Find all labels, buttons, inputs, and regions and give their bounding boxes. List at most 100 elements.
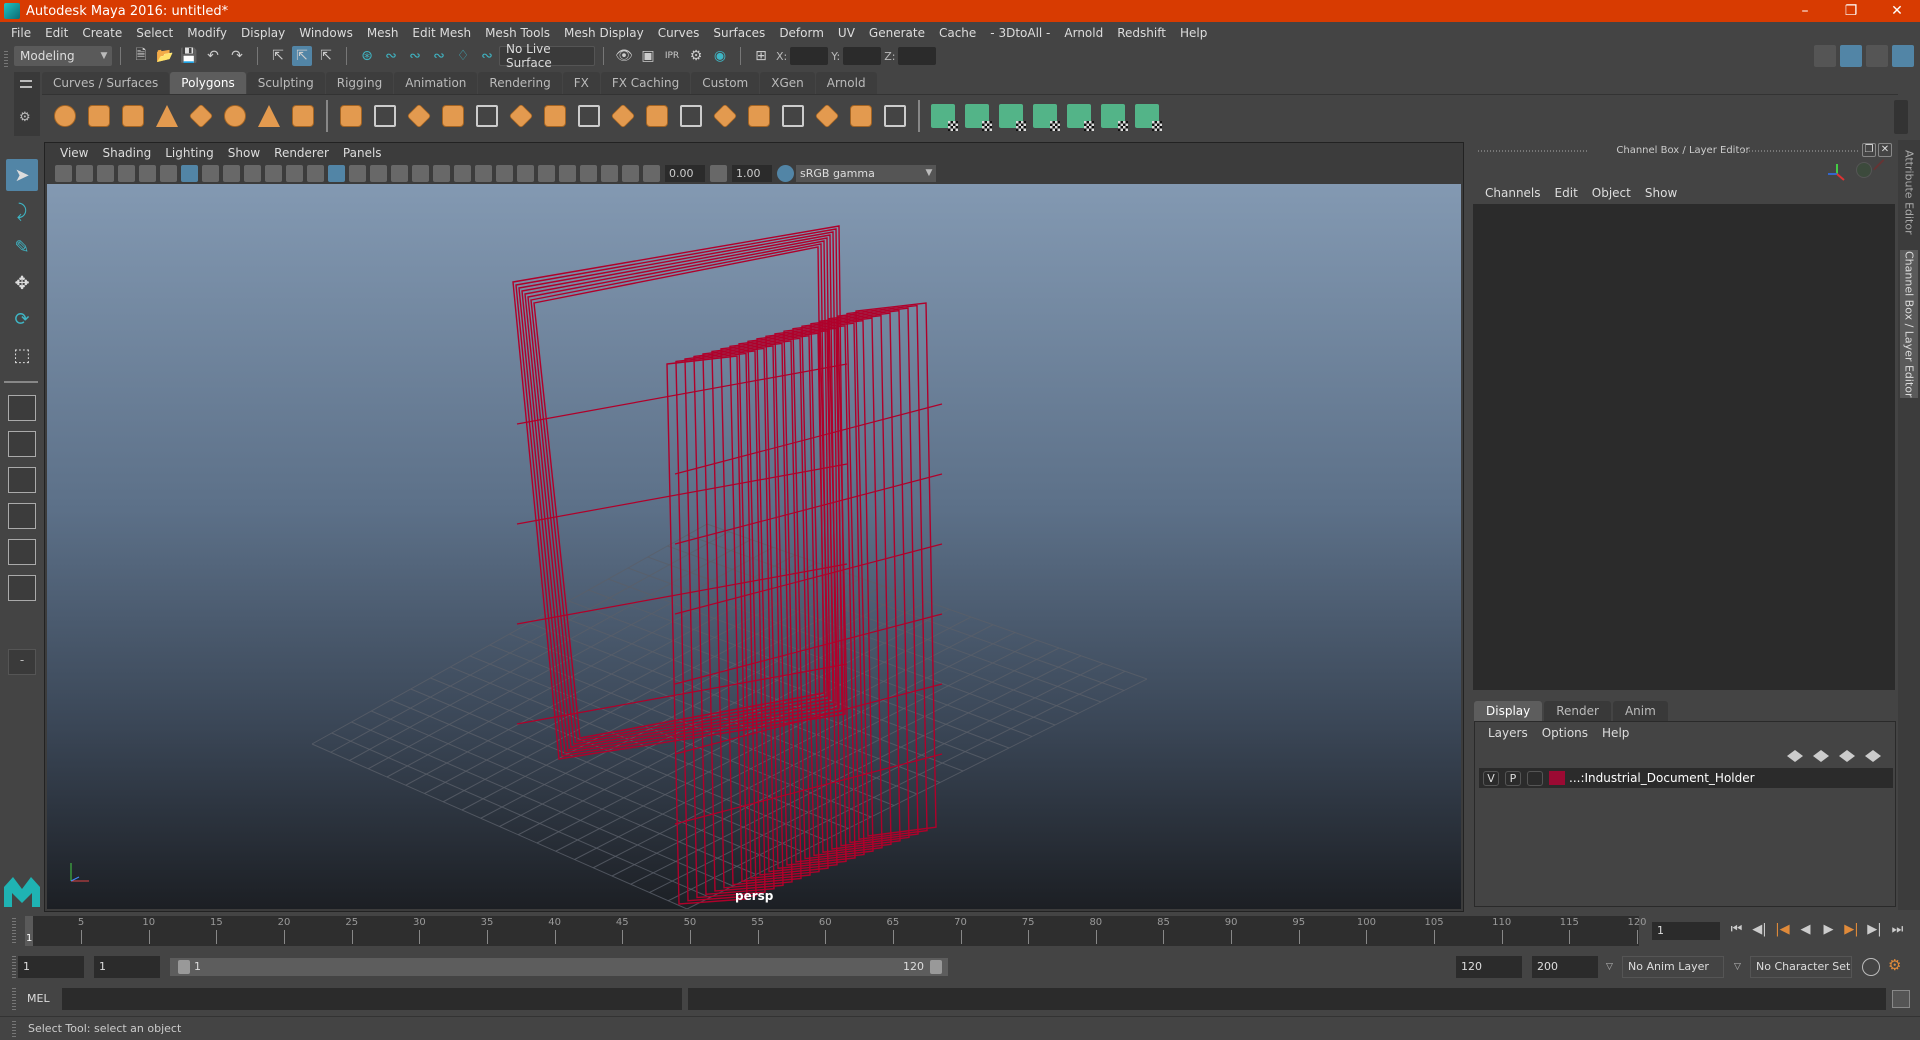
bridge-icon[interactable] <box>540 101 570 131</box>
cylindrical-uv-icon[interactable] <box>962 101 992 131</box>
snap-curve-icon[interactable]: ∾ <box>381 46 401 66</box>
unfold-uv-icon[interactable] <box>1064 101 1094 131</box>
planar-uv-icon[interactable] <box>928 101 958 131</box>
restore-button[interactable]: ❐ <box>1828 3 1874 19</box>
menu-mesh-display[interactable]: Mesh Display <box>557 26 651 40</box>
slow-icon[interactable] <box>1873 159 1893 179</box>
save-scene-icon[interactable]: 💾 <box>179 46 199 66</box>
shelf-tab-rendering[interactable]: Rendering <box>478 72 562 94</box>
menu-mesh[interactable]: Mesh <box>360 26 406 40</box>
y-field[interactable] <box>843 47 882 65</box>
move-layer-up-icon[interactable] <box>1787 750 1803 762</box>
automatic-uv-icon[interactable] <box>1030 101 1060 131</box>
uv-editor-icon[interactable] <box>1098 101 1128 131</box>
smooth-shade-icon[interactable] <box>349 165 366 182</box>
xray-icon[interactable] <box>580 165 597 182</box>
single-perspective-layout-icon[interactable] <box>8 395 36 421</box>
snap-live-surface-icon[interactable]: ♢ <box>453 46 473 66</box>
menu-windows[interactable]: Windows <box>292 26 360 40</box>
play-backwards-icon[interactable]: ◀ <box>1797 921 1814 939</box>
append-icon[interactable] <box>744 101 774 131</box>
gamma-field[interactable]: 1.00 <box>732 165 772 182</box>
shelf-scroll[interactable] <box>1894 100 1908 134</box>
transform-input-icon[interactable]: ⊞ <box>751 46 771 66</box>
use-all-lights-icon[interactable] <box>433 165 450 182</box>
menu-surfaces[interactable]: Surfaces <box>706 26 772 40</box>
shelf-settings-icon[interactable]: ⚙ <box>19 110 31 125</box>
script-editor-icon[interactable] <box>1892 990 1910 1008</box>
render-current-frame-icon[interactable]: ▣ <box>638 46 658 66</box>
time-ruler[interactable]: 1 5 10 15 20 25 30 35 40 45 50 55 60 65 70 75 80 85 90 95 1… <box>25 916 1647 946</box>
speed-icon[interactable] <box>1856 162 1872 178</box>
anti-aliasing-icon[interactable] <box>517 165 534 182</box>
range-start-handle[interactable] <box>178 960 190 974</box>
safe-action-icon[interactable] <box>286 165 303 182</box>
menu-cache[interactable]: Cache <box>932 26 983 40</box>
layer-playback-toggle[interactable]: P <box>1505 770 1521 786</box>
shelf-tab-rigging[interactable]: Rigging <box>325 72 394 94</box>
viewport-menu-panels[interactable]: Panels <box>336 146 389 160</box>
poly-pipe-icon[interactable] <box>288 101 318 131</box>
scale-tool-icon[interactable]: ⬚ <box>6 339 38 371</box>
character-set-dropdown-icon[interactable]: ▽ <box>1734 962 1741 972</box>
channel-box-menu-channels[interactable]: Channels <box>1478 184 1548 202</box>
bevel-icon[interactable] <box>506 101 536 131</box>
offset-edgeloop-icon[interactable] <box>710 101 740 131</box>
viewport-menu-lighting[interactable]: Lighting <box>158 146 221 160</box>
poly-cube-icon[interactable] <box>84 101 114 131</box>
close-button[interactable]: ✕ <box>1874 3 1920 19</box>
insert-edgeloop-icon[interactable] <box>608 101 638 131</box>
menu-redshift[interactable]: Redshift <box>1110 26 1173 40</box>
shelf-tab-polygons[interactable]: Polygons <box>170 72 246 94</box>
open-scene-icon[interactable]: 📂 <box>155 46 175 66</box>
poly-sphere-icon[interactable] <box>50 101 80 131</box>
color-management-toggle-icon[interactable] <box>777 165 794 182</box>
xray-active-icon[interactable] <box>601 165 618 182</box>
snap-view-plane-icon[interactable]: ∾ <box>429 46 449 66</box>
four-view-layout-icon[interactable] <box>8 431 36 457</box>
hypershade-icon[interactable]: ◉ <box>710 46 730 66</box>
image-plane-icon[interactable] <box>118 165 135 182</box>
field-chart-icon[interactable] <box>265 165 282 182</box>
go-to-end-icon[interactable]: ⏭ <box>1889 921 1906 939</box>
persp-outliner-layout-icon[interactable] <box>8 467 36 493</box>
viewport-menu-show[interactable]: Show <box>221 146 267 160</box>
attribute-editor-toggle-icon[interactable] <box>1840 45 1862 67</box>
playback-end-field[interactable]: 120 <box>1456 956 1522 978</box>
3d-viewport[interactable]: persp <box>47 184 1461 909</box>
animation-preferences-icon[interactable]: ⚙ <box>1888 956 1901 974</box>
custom-layout-icon[interactable] <box>8 575 36 601</box>
depth-of-field-icon[interactable] <box>538 165 555 182</box>
poly-pyramid-icon[interactable] <box>254 101 284 131</box>
menu-file[interactable]: File <box>4 26 38 40</box>
shelf-tab-custom[interactable]: Custom <box>691 72 760 94</box>
exposure-icon[interactable] <box>643 165 660 182</box>
play-forwards-icon[interactable]: ▶ <box>1820 921 1837 939</box>
ipr-render-icon[interactable]: IPR <box>662 46 682 66</box>
shadows-icon[interactable] <box>454 165 471 182</box>
scene-end-field[interactable]: 200 <box>1532 956 1598 978</box>
live-surface-field[interactable]: No Live Surface <box>499 42 595 70</box>
resolution-gate-icon[interactable] <box>223 165 240 182</box>
safe-title-icon[interactable] <box>307 165 324 182</box>
rotate-tool-icon[interactable]: ⟳ <box>6 303 38 335</box>
select-tool-icon[interactable]: ➤ <box>6 159 38 191</box>
step-forward-key-icon[interactable]: ▶| <box>1866 921 1883 939</box>
viewport-menu-shading[interactable]: Shading <box>95 146 158 160</box>
z-field[interactable] <box>898 47 937 65</box>
shelf-tab-animation[interactable]: Animation <box>394 72 478 94</box>
anim-layer-dropdown[interactable]: No Anim Layer <box>1622 956 1724 978</box>
shelf-tab-fx[interactable]: FX <box>562 72 600 94</box>
channel-box-menu-object[interactable]: Object <box>1585 184 1638 202</box>
modeling-toolkit-icon[interactable] <box>1814 45 1836 67</box>
command-input[interactable] <box>62 988 682 1010</box>
menu-create[interactable]: Create <box>75 26 129 40</box>
layer-color-swatch[interactable] <box>1549 771 1565 785</box>
screen-space-ao-icon[interactable] <box>475 165 492 182</box>
menu-deform[interactable]: Deform <box>772 26 831 40</box>
collapse-icon[interactable] <box>642 101 672 131</box>
grease-pencil-icon[interactable] <box>160 165 177 182</box>
poly-diamond-icon[interactable] <box>186 101 216 131</box>
isolate-select-icon[interactable] <box>559 165 576 182</box>
menu-display[interactable]: Display <box>234 26 292 40</box>
